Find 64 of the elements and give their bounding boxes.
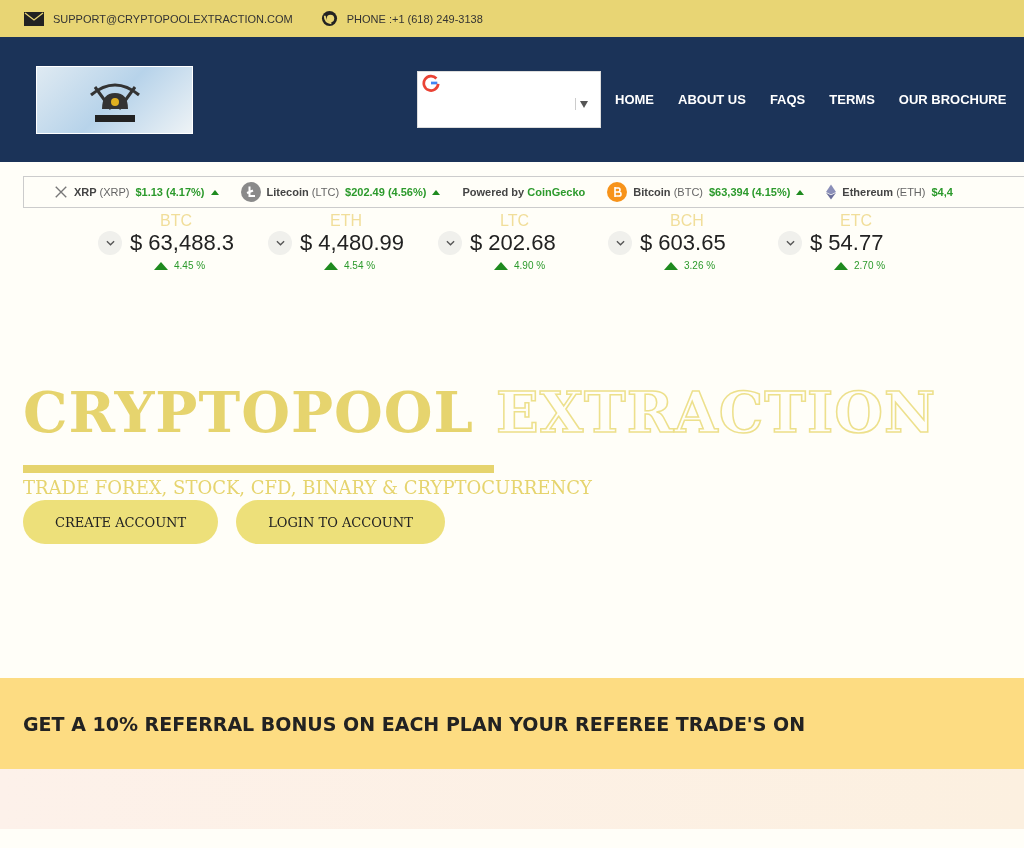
chevron-down-icon	[105, 240, 115, 246]
up-arrow-icon	[324, 261, 338, 270]
coin-symbol: LTC	[500, 212, 530, 230]
phone-number: PHONE :+1 (618) 249-3138	[346, 12, 483, 25]
coin-price: $63,394 (4.15%)	[709, 186, 791, 198]
up-arrow-icon	[664, 261, 678, 270]
banner-text: GET A 10% REFERRAL BONUS ON EACH PLAN YOUR REFEREE TRADE'S ON	[23, 712, 806, 735]
chevron-button[interactable]	[98, 231, 122, 255]
nav-link[interactable]: ABOUT US	[678, 92, 746, 107]
coin-price: $ 63,488.3	[130, 230, 234, 256]
up-arrow-icon	[210, 189, 219, 195]
coin-name: Litecoin (LTC)	[266, 186, 340, 198]
coin-price: $ 54.77	[810, 230, 884, 256]
coin-symbol: BTC	[160, 212, 192, 230]
account-button[interactable]: LOGIN TO ACCOUNT	[236, 500, 445, 544]
chevron-down-icon	[445, 240, 455, 246]
nav-link[interactable]: OUR BROCHURE	[898, 92, 1007, 107]
coin-l-icon	[240, 182, 261, 202]
up-arrow-icon	[834, 261, 848, 270]
phone-icon	[320, 10, 338, 27]
coin-symbol: ETC	[840, 212, 872, 230]
coin-name: XRP (XRP)	[74, 186, 130, 198]
google-g-icon	[422, 74, 440, 92]
caret-icon	[580, 101, 588, 108]
coin-symbol: ETH	[330, 212, 362, 230]
up-arrow-icon	[154, 261, 168, 270]
coin-price: $1.13 (4.17%)	[135, 186, 205, 198]
price-change: 3.26 %	[684, 260, 716, 271]
chevron-button[interactable]	[778, 231, 802, 255]
coin-price: $ 4,480.99	[300, 230, 404, 256]
powered-by-text: Powered by CoinGecko	[462, 186, 586, 198]
chevron-button[interactable]	[608, 231, 632, 255]
logo-image[interactable]	[36, 65, 193, 134]
coin-price: $4,4	[931, 186, 953, 198]
nav-link[interactable]: FAQS	[769, 92, 806, 107]
coin-symbol: BCH	[670, 212, 704, 230]
coin-price: $ 603.65	[640, 230, 726, 256]
hero-title: CRYPTOPOOL	[23, 379, 474, 445]
up-arrow-icon	[432, 189, 441, 195]
coin-price: $202.49 (4.56%)	[345, 186, 427, 198]
price-change: 4.54 %	[344, 260, 376, 271]
price-change: 4.45 %	[174, 260, 206, 271]
x-icon	[54, 185, 68, 199]
diamond-icon	[826, 184, 837, 200]
coin-name: Ethereum (ETH)	[842, 186, 926, 198]
coin-price: $ 202.68	[470, 230, 556, 256]
up-arrow-icon	[796, 189, 805, 195]
up-arrow-icon	[494, 261, 508, 270]
price-change: 2.70 %	[854, 260, 886, 271]
coin-name: Bitcoin (BTC)	[633, 186, 703, 198]
email-address: SUPPORT@CRYPTOPOOLEXTRACTION.COM	[53, 12, 293, 25]
nav-link[interactable]: TERMS	[829, 92, 875, 107]
chevron-button[interactable]	[268, 231, 292, 255]
chevron-button[interactable]	[438, 231, 462, 255]
account-button[interactable]: CREATE ACCOUNT	[23, 500, 219, 544]
coin-b-icon	[607, 182, 628, 202]
chevron-down-icon	[275, 240, 285, 246]
chevron-down-icon	[615, 240, 625, 246]
chevron-down-icon	[785, 240, 795, 246]
nav-link[interactable]: HOME	[615, 92, 654, 107]
hero-title-outline: EXTRACTION	[496, 379, 937, 445]
hero-subtitle: TRADE FOREX, STOCK, CFD, BINARY & CRYPTOCURRENCY	[23, 477, 593, 498]
envelope-icon	[24, 10, 44, 27]
price-change: 4.90 %	[514, 260, 546, 271]
